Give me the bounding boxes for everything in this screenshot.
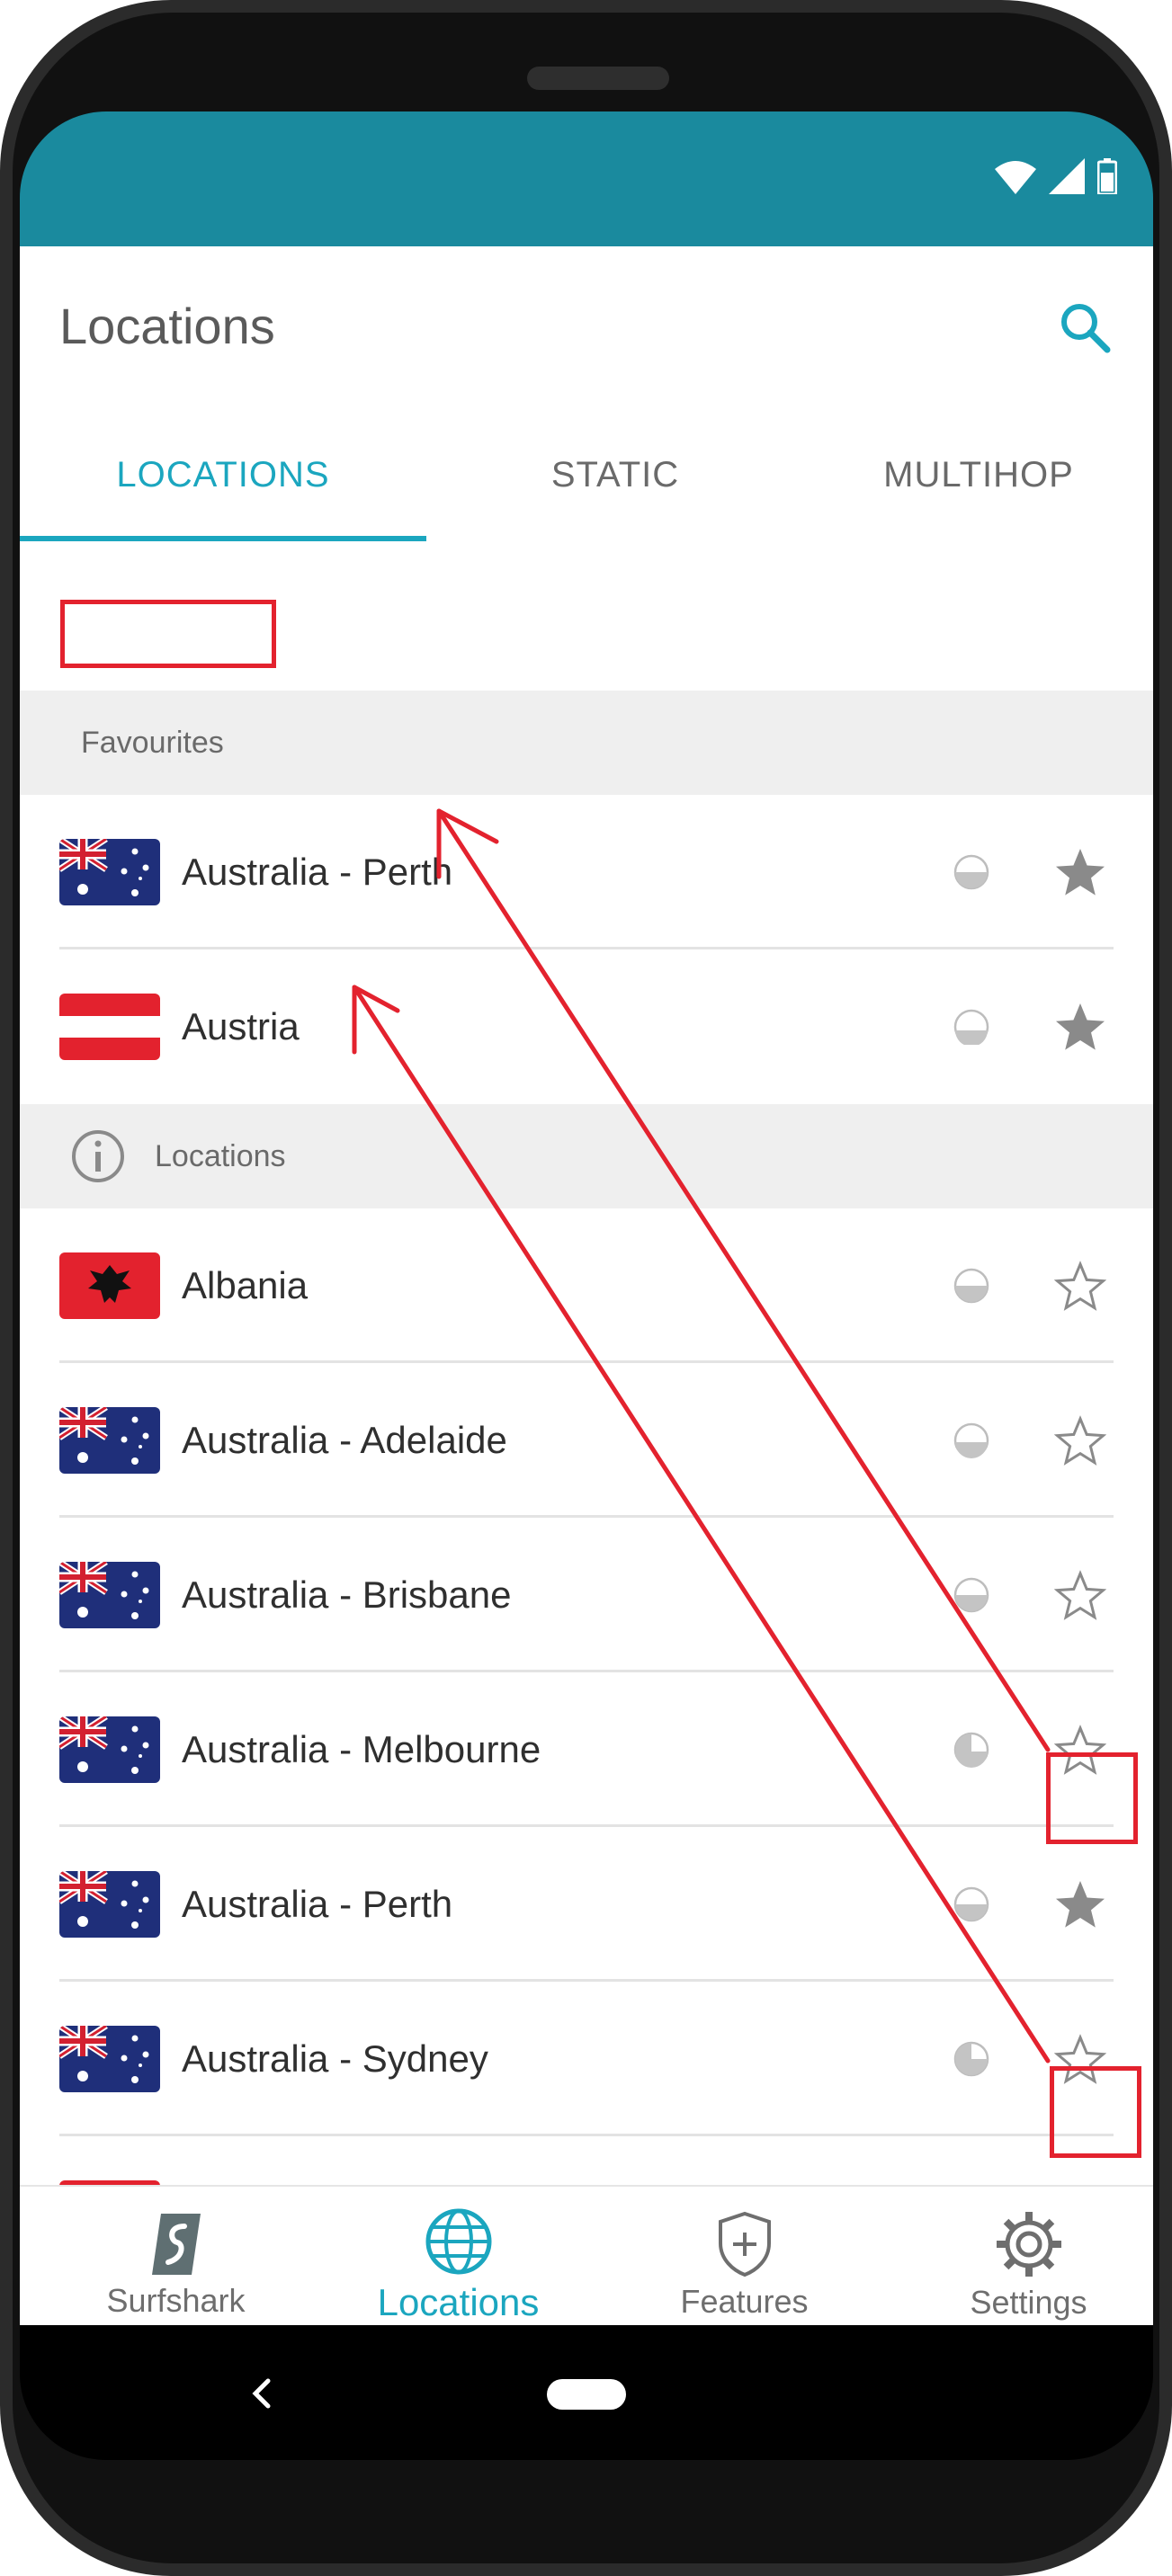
favourite-star-outline-icon[interactable] [1054, 1570, 1106, 1622]
nav-label: Settings [970, 2284, 1087, 2321]
favourite-star-outline-icon[interactable] [1054, 1261, 1106, 1313]
tab-bar: LOCATIONS STATIC MULTIHOP [20, 408, 1153, 541]
system-navigation-bar [20, 2325, 1153, 2460]
australia-flag-icon [59, 1562, 160, 1628]
server-load-icon [953, 1009, 989, 1045]
screen: Locations LOCATIONS STATIC MULTIHOP Favo… [20, 111, 1153, 2460]
australia-flag-icon [59, 1407, 160, 1474]
globe-icon [425, 2208, 491, 2275]
location-name: Australia - Perth [182, 1883, 453, 1925]
location-name: Albania [182, 1264, 309, 1306]
nav-label: Surfshark [106, 2282, 246, 2319]
location-name: Australia - Perth [182, 851, 453, 893]
favourite-star-outline-icon[interactable] [1054, 1725, 1106, 1777]
nav-locations[interactable]: Locations [317, 2187, 600, 2345]
favourite-star-outline-icon[interactable] [1054, 1415, 1106, 1467]
australia-flag-icon [59, 2026, 160, 2092]
tab-locations[interactable]: LOCATIONS [20, 408, 426, 541]
nav-settings[interactable]: Settings [887, 2187, 1153, 2345]
search-button[interactable] [1049, 291, 1121, 363]
austria-flag-icon [59, 994, 160, 1060]
location-name: Austria [182, 1005, 300, 1047]
active-tab-indicator [20, 536, 426, 541]
australia-flag-icon [59, 1871, 160, 1938]
nav-label: Locations [377, 2281, 540, 2323]
location-row[interactable]: Australia - Perth [20, 1827, 1153, 1982]
locations-header-label: Locations [155, 1138, 286, 1173]
status-icons [995, 158, 1117, 194]
favourite-star-outline-icon[interactable] [1054, 2034, 1106, 2086]
location-name: Australia - Sydney [182, 2037, 488, 2080]
location-name: Australia - Brisbane [182, 1573, 512, 1616]
location-row[interactable]: Australia - Sydney [20, 1982, 1153, 2136]
locations-section-header: Locations [20, 1104, 1153, 1208]
server-load-icon [953, 2041, 989, 2077]
status-bar [20, 111, 1153, 246]
location-row[interactable]: Australia - Adelaide [20, 1363, 1153, 1518]
server-load-icon [953, 854, 989, 890]
australia-flag-icon [59, 1716, 160, 1783]
gear-icon [996, 2212, 1061, 2277]
server-load-icon [953, 1422, 989, 1458]
server-load-icon [953, 1886, 989, 1922]
favourites-section-header: Favourites [20, 691, 1153, 795]
location-row[interactable]: Australia - Brisbane [20, 1518, 1153, 1672]
battery-icon [1097, 158, 1117, 194]
favourite-star-filled-icon[interactable] [1054, 847, 1106, 899]
nav-features[interactable]: Features [603, 2187, 886, 2345]
australia-flag-icon [59, 839, 160, 905]
location-row[interactable]: Australia - Melbourne [20, 1672, 1153, 1827]
bottom-navigation: Surfshark Locations Features Settings [20, 2185, 1153, 2345]
surfshark-logo-icon [151, 2214, 201, 2275]
shield-plus-icon [718, 2211, 771, 2277]
favourite-row[interactable]: Austria [20, 949, 1153, 1104]
favourite-star-filled-icon[interactable] [1054, 1002, 1106, 1054]
app-content: Locations LOCATIONS STATIC MULTIHOP Favo… [20, 246, 1153, 2345]
back-chevron-icon[interactable] [248, 2375, 275, 2411]
page-title: Locations [59, 298, 275, 354]
home-pill-icon[interactable] [547, 2379, 626, 2410]
location-row[interactable]: Albania [20, 1208, 1153, 1363]
location-name: Australia - Adelaide [182, 1419, 507, 1461]
nav-label: Features [680, 2283, 809, 2320]
wifi-icon [995, 161, 1036, 194]
favourite-row[interactable]: Australia - Perth [20, 795, 1153, 949]
tab-multihop[interactable]: MULTIHOP [804, 408, 1153, 541]
server-load-icon [953, 1577, 989, 1613]
signal-icon [1049, 158, 1085, 194]
server-load-icon [953, 1268, 989, 1304]
albania-flag-icon [59, 1252, 160, 1319]
tab-static[interactable]: STATIC [426, 408, 804, 541]
favourite-star-filled-icon[interactable] [1054, 1879, 1106, 1931]
app-header: Locations [20, 246, 1153, 408]
info-icon[interactable] [70, 1128, 126, 1184]
location-name: Australia - Melbourne [182, 1728, 541, 1770]
earpiece-speaker [527, 67, 669, 90]
nav-surfshark[interactable]: Surfshark [34, 2187, 318, 2345]
search-icon [1061, 304, 1111, 353]
favourites-header-label: Favourites [81, 725, 224, 760]
server-load-icon [953, 1732, 989, 1768]
